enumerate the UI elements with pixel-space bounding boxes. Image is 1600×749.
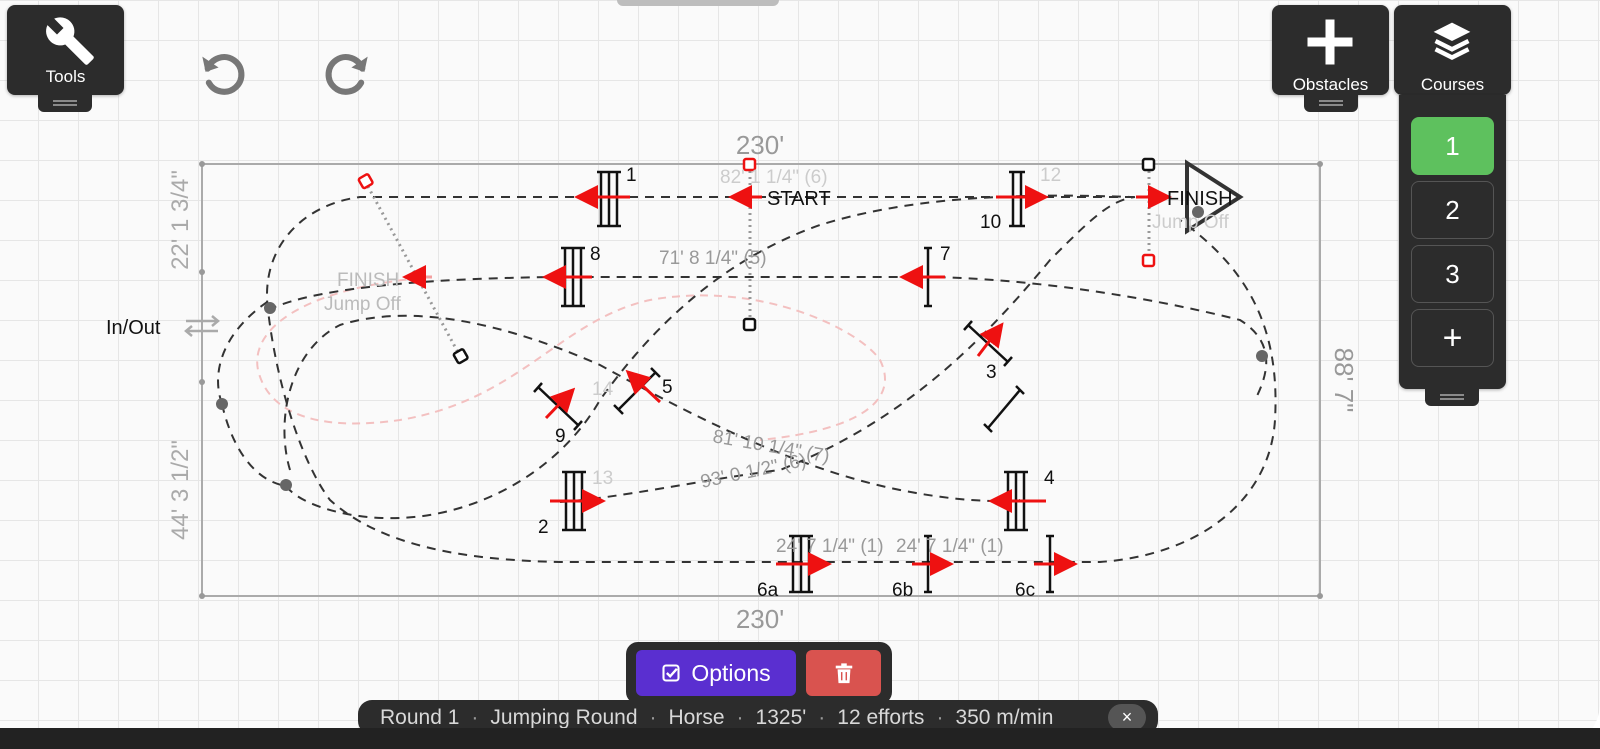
start-label: START — [767, 188, 831, 210]
trash-icon — [835, 663, 852, 684]
device-frame-bottom — [0, 728, 1600, 749]
status-separator: · — [736, 705, 744, 729]
obstacles-panel-grip[interactable] — [1304, 94, 1358, 112]
plus-icon — [1307, 19, 1353, 65]
finish-line-handle-top[interactable] — [1141, 157, 1156, 172]
start-line-handle-bottom[interactable] — [742, 317, 757, 332]
obstacle-number-5: 5 — [662, 377, 673, 398]
arena-width-top-label: 230' — [736, 130, 784, 160]
status-round-type: Jumping Round — [490, 705, 638, 729]
jumpoff-label-right: Jump Off — [1152, 212, 1229, 233]
obstacle-7[interactable] — [899, 246, 945, 308]
arena-height-right-label: 88' 7" — [1329, 348, 1359, 413]
add-course-button[interactable]: + — [1411, 309, 1494, 367]
status-separator: · — [471, 705, 479, 729]
obstacle-1[interactable] — [574, 170, 630, 228]
obstacle-number-14: 14 — [592, 379, 614, 400]
wrench-icon — [46, 17, 94, 65]
options-label: Options — [691, 659, 771, 686]
tools-label: Tools — [45, 67, 86, 86]
jumpoff-line-handle-top[interactable] — [357, 173, 374, 190]
obstacle-number-10: 10 — [980, 212, 1001, 233]
obstacle-9[interactable] — [533, 382, 583, 431]
status-separator: · — [649, 705, 657, 729]
course-button-1[interactable]: 1 — [1411, 117, 1494, 175]
obstacles-button[interactable]: Obstacles — [1272, 5, 1389, 95]
distance-label-6: 24' 7 1/4" (1) — [896, 536, 1004, 557]
obstacle-number-8: 8 — [590, 244, 601, 265]
obstacle-number-7: 7 — [940, 244, 951, 265]
obstacle-11[interactable] — [983, 385, 1025, 433]
redo-icon — [325, 54, 368, 95]
status-round: Round 1 — [380, 705, 460, 729]
jumpoff-line-handle-bottom[interactable] — [452, 348, 469, 365]
arena-left-lower-label: 44' 3 1/2" — [167, 440, 194, 540]
courses-button[interactable]: Courses — [1394, 5, 1511, 95]
obstacle-6c[interactable] — [1034, 534, 1078, 594]
status-animal: Horse — [668, 705, 725, 729]
courses-label: Courses — [1420, 75, 1485, 94]
obstacle-number-6c: 6c — [1015, 580, 1035, 601]
status-speed: 350 m/min — [955, 705, 1054, 729]
obstacle-number-4: 4 — [1044, 468, 1055, 489]
undo-button[interactable] — [198, 48, 250, 100]
obstacle-number-9: 9 — [555, 426, 566, 447]
obstacle-number-2: 2 — [538, 517, 549, 538]
obstacle-number-12: 12 — [1040, 165, 1061, 186]
jumpoff-label-left: Jump Off — [324, 294, 401, 315]
course-list-panel: 1 2 3 + — [1399, 95, 1506, 389]
jumpoff-finish-label: FINISH — [337, 270, 399, 291]
obstacle-12[interactable] — [996, 170, 1049, 228]
course-button-3[interactable]: 3 — [1411, 245, 1494, 303]
course-button-2[interactable]: 2 — [1411, 181, 1494, 239]
delete-button[interactable] — [806, 650, 881, 696]
obstacles-label: Obstacles — [1292, 75, 1369, 94]
arena-width-bottom-label: 230' — [736, 604, 784, 634]
course-designer-canvas[interactable]: 230' 230' 88' 7" 22' 1 3/4" 44' 3 1/2" I… — [0, 0, 1600, 749]
in-out-label: In/Out — [106, 317, 161, 339]
undo-icon — [202, 54, 245, 95]
distance-label-1: 82' 1 1/4" (6) — [720, 167, 828, 188]
options-button[interactable]: Options — [636, 650, 796, 696]
jumpoff-line[interactable] — [363, 180, 462, 357]
checkbox-icon — [662, 664, 680, 682]
obstacle-number-6b: 6b — [892, 580, 913, 601]
obstacle-5[interactable] — [613, 367, 662, 415]
obstacle-number-6a: 6a — [757, 580, 779, 601]
distance-label-2: 71' 8 1/4" (5) — [659, 248, 767, 269]
action-bar: Options — [626, 642, 892, 704]
obstacle-8[interactable] — [542, 246, 592, 308]
status-distance: 1325' — [755, 705, 807, 729]
redo-button[interactable] — [320, 48, 372, 100]
finish-label: FINISH — [1167, 188, 1233, 210]
obstacle-number-3: 3 — [986, 362, 997, 383]
courses-panel-grip[interactable] — [1425, 388, 1479, 406]
status-close-button[interactable]: × — [1108, 704, 1146, 731]
finish-line-handle-bottom[interactable] — [1141, 253, 1156, 268]
distance-label-5: 24' 7 1/4" (1) — [776, 536, 884, 557]
arena-course-map[interactable]: 230' 230' 88' 7" 22' 1 3/4" 44' 3 1/2" I… — [0, 0, 1600, 749]
layers-icon — [1433, 22, 1471, 60]
arena-left-upper-label: 22' 1 3/4" — [167, 170, 194, 270]
distance-label-4: 93' 0 1/2" (6) — [699, 450, 809, 493]
status-efforts: 12 efforts — [837, 705, 925, 729]
status-separator: · — [818, 705, 826, 729]
tools-button[interactable]: Tools — [7, 5, 124, 95]
obstacle-number-1: 1 — [626, 165, 637, 186]
status-separator: · — [936, 705, 944, 729]
obstacle-4[interactable] — [988, 470, 1046, 532]
tools-panel-grip[interactable] — [38, 94, 92, 112]
obstacle-number-13: 13 — [592, 468, 613, 489]
obstacle-3[interactable] — [963, 320, 1013, 367]
